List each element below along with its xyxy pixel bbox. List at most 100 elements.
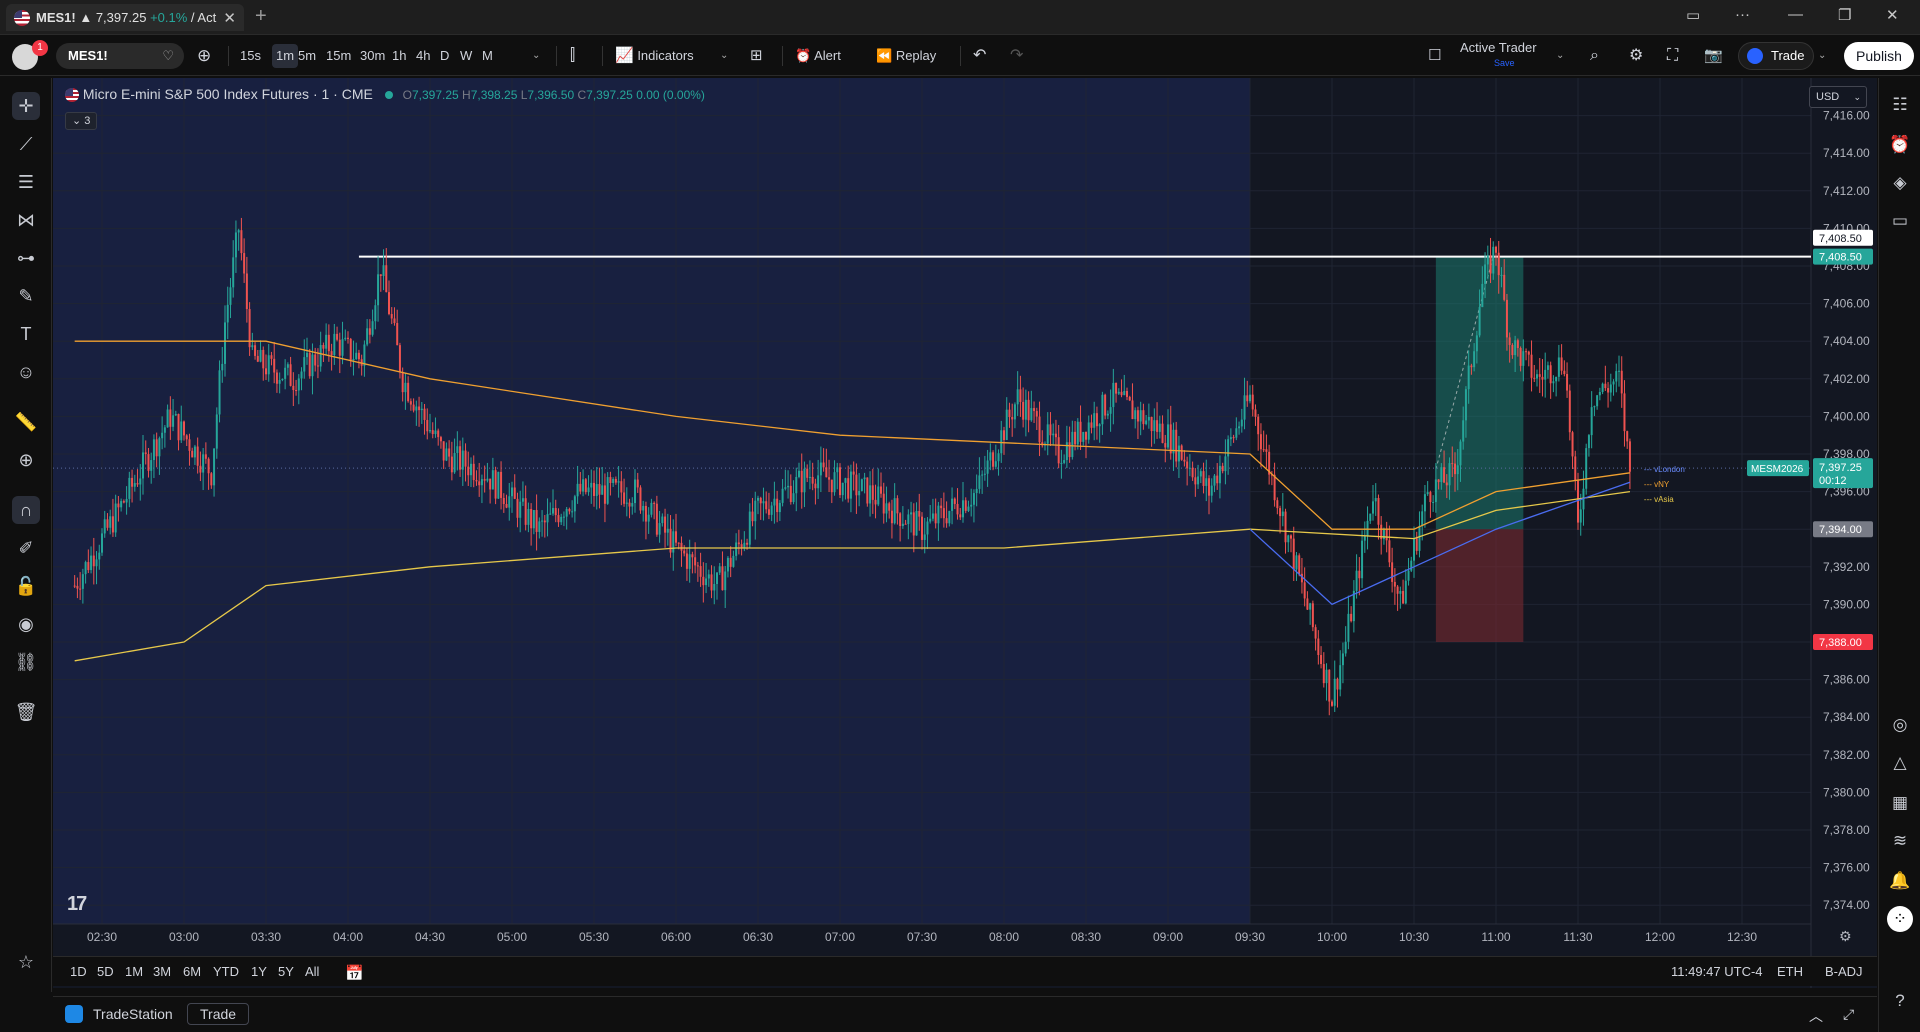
range-all[interactable]: All: [305, 964, 319, 979]
candle-body: [1601, 383, 1604, 392]
active-trader-button[interactable]: Active Trader Save: [1460, 41, 1537, 69]
publish-button[interactable]: Publish: [1844, 42, 1914, 70]
heart-icon[interactable]: ♡: [162, 43, 174, 69]
target-icon[interactable]: ◎: [1887, 712, 1913, 738]
range-1y[interactable]: 1Y: [251, 964, 267, 979]
candle-body: [374, 305, 377, 322]
range-ytd[interactable]: YTD: [213, 964, 239, 979]
layers-icon[interactable]: ◈: [1887, 170, 1913, 196]
calendar-side-icon[interactable]: ▦: [1887, 790, 1913, 816]
interval-w[interactable]: W: [460, 44, 472, 68]
lock-drawing-icon[interactable]: ✐: [12, 534, 40, 562]
broker-trade-button[interactable]: Trade: [187, 1003, 250, 1025]
layout-icon[interactable]: ▭: [1686, 6, 1700, 24]
indicators-button[interactable]: 📈 Indicators: [615, 44, 694, 68]
settings-icon[interactable]: ⚙: [1629, 44, 1643, 68]
broker-name[interactable]: TradeStation: [93, 1006, 173, 1022]
browser-tab[interactable]: MES1! ▲ 7,397.25 +0.1% / Acti ✕: [6, 4, 244, 31]
interval-30m[interactable]: 30m: [360, 44, 385, 68]
fullscreen-icon[interactable]: ⛶: [1667, 44, 1678, 68]
interval-5m[interactable]: 5m: [298, 44, 316, 68]
redo-icon[interactable]: ↷: [1010, 44, 1023, 68]
stream-icon[interactable]: ≋: [1887, 828, 1913, 854]
ideas-icon[interactable]: △: [1887, 750, 1913, 776]
interval-d[interactable]: D: [440, 44, 449, 68]
adjust-toggle[interactable]: B-ADJ: [1825, 964, 1863, 979]
undo-icon[interactable]: ↶: [973, 44, 986, 68]
brush-icon[interactable]: ✎: [12, 282, 40, 310]
interval-15s[interactable]: 15s: [240, 44, 261, 68]
alert-button[interactable]: ⏰ Alert: [795, 44, 841, 68]
session-toggle[interactable]: ETH: [1777, 964, 1803, 979]
apps-icon[interactable]: ⁘: [1887, 906, 1913, 932]
link-icon[interactable]: ⛓: [12, 648, 40, 676]
trade-button[interactable]: Trade: [1738, 42, 1814, 70]
chart-pane[interactable]: 7,416.00 7,414.00 7,412.00 7,410.00 7,408.00…: [53, 78, 1877, 988]
more-icon[interactable]: ···: [1735, 6, 1750, 23]
range-5d[interactable]: 5D: [97, 964, 114, 979]
candle-body: [1123, 390, 1126, 396]
text-icon[interactable]: T: [12, 320, 40, 348]
candle-body: [81, 574, 84, 589]
lock-icon[interactable]: 🔓: [12, 572, 40, 600]
interval-15m[interactable]: 15m: [326, 44, 351, 68]
close-window-icon[interactable]: ✕: [1886, 6, 1899, 24]
trade-chevron-icon[interactable]: ⌄: [1818, 44, 1826, 68]
candle-body: [754, 500, 757, 522]
trend-line-icon[interactable]: ⟋: [12, 130, 40, 158]
restore-icon[interactable]: ❐: [1838, 6, 1851, 24]
interval-1h[interactable]: 1h: [392, 44, 406, 68]
range-5y[interactable]: 5Y: [278, 964, 294, 979]
quick-search-icon[interactable]: ⌕: [1590, 44, 1599, 68]
eye-icon[interactable]: ◉: [12, 610, 40, 638]
interval-4h[interactable]: 4h: [416, 44, 430, 68]
trash-icon[interactable]: 🗑: [12, 698, 40, 726]
interval-m[interactable]: M: [482, 44, 493, 68]
pattern-icon[interactable]: ⋈: [12, 206, 40, 234]
magnet-icon[interactable]: ∩: [12, 496, 40, 524]
watchlist-icon[interactable]: ☷: [1887, 92, 1913, 118]
candle-style-icon[interactable]: ⫿: [570, 44, 575, 68]
price-chart[interactable]: 7,416.007,414.007,412.007,410.007,408.00…: [53, 78, 1877, 988]
alerts-clock-icon[interactable]: ⏰: [1887, 132, 1913, 158]
fib-icon[interactable]: ☰: [12, 168, 40, 196]
bell-icon[interactable]: 🔔: [1887, 868, 1913, 894]
forecast-icon[interactable]: ⊶: [12, 244, 40, 272]
minimize-icon[interactable]: —: [1788, 6, 1803, 23]
y-tick-label: 7,416.00: [1823, 109, 1870, 123]
compare-icon[interactable]: ⊕: [197, 44, 211, 68]
range-1d[interactable]: 1D: [70, 964, 87, 979]
camera-icon[interactable]: 📷: [1704, 44, 1723, 68]
zoom-icon[interactable]: ⊕: [12, 446, 40, 474]
clock-readout[interactable]: 11:49:47 UTC-4: [1671, 964, 1763, 979]
calendar-icon[interactable]: 📅: [345, 964, 364, 982]
symbol-search[interactable]: MES1! ♡: [56, 43, 184, 69]
axis-settings-icon[interactable]: ⚙: [1839, 928, 1852, 945]
maximize-panel-icon[interactable]: ⤢: [1843, 1006, 1854, 1023]
candle-body: [434, 430, 437, 435]
star-icon[interactable]: ☆: [12, 948, 40, 976]
replay-button[interactable]: ⏪ Replay: [876, 44, 936, 68]
new-tab-icon[interactable]: +: [255, 5, 267, 28]
active-trader-chevron-icon[interactable]: ⌄: [1556, 44, 1564, 68]
indicator-collapse-button[interactable]: ⌄ 3: [65, 112, 98, 130]
expand-panel-icon[interactable]: ︿: [1809, 1006, 1823, 1026]
ruler-icon[interactable]: 📏: [12, 408, 40, 436]
range-1m[interactable]: 1M: [125, 964, 143, 979]
crosshair-icon[interactable]: ✛: [12, 92, 40, 120]
help-icon[interactable]: ?: [1887, 988, 1913, 1014]
candle-body: [808, 476, 811, 478]
currency-select[interactable]: USD ⌄: [1809, 86, 1867, 108]
range-3m[interactable]: 3M: [153, 964, 171, 979]
emoji-icon[interactable]: ☺: [12, 358, 40, 386]
templates-icon[interactable]: ⊞: [750, 44, 763, 68]
indicators-chevron-icon[interactable]: ⌄: [720, 44, 728, 68]
interval-chevron-icon[interactable]: ⌄: [532, 44, 540, 68]
range-6m[interactable]: 6M: [183, 964, 201, 979]
chat-icon[interactable]: ▭: [1887, 208, 1913, 234]
interval-1m[interactable]: 1m: [272, 44, 299, 68]
candle-body: [267, 355, 270, 375]
candle-body: [732, 555, 735, 567]
close-tab-icon[interactable]: ✕: [223, 9, 236, 27]
active-trader-checkbox[interactable]: ☐: [1428, 44, 1441, 68]
